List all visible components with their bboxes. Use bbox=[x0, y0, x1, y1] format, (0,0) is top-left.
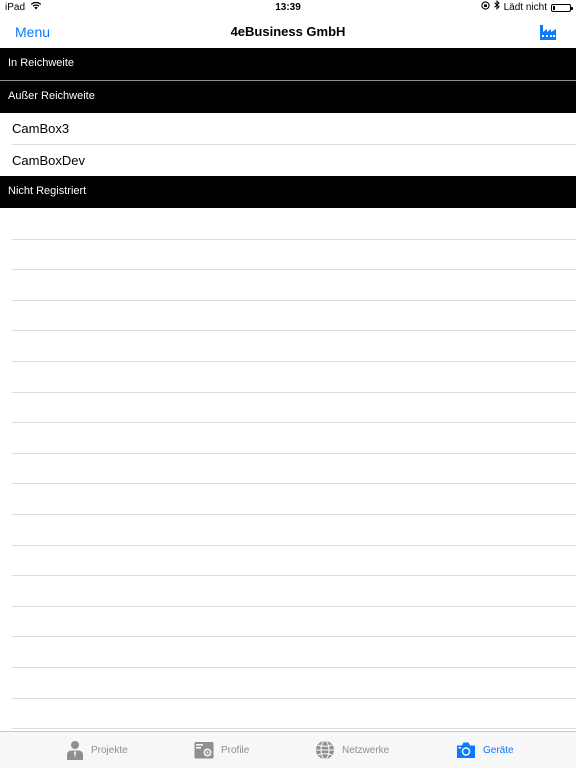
tab-label-profile: Profile bbox=[221, 744, 250, 756]
section-header-out-of-range: Außer Reichweite bbox=[0, 81, 576, 113]
charging-status: Lädt nicht bbox=[503, 2, 547, 13]
section-title-in-range: In Reichweite bbox=[8, 57, 75, 69]
empty-row-divider bbox=[12, 636, 576, 637]
tab-label-geraete: Geräte bbox=[483, 744, 514, 756]
navigation-bar: Menu 4eBusiness GmbH bbox=[0, 16, 576, 48]
tab-profile[interactable]: Profile bbox=[194, 732, 249, 768]
empty-row-divider bbox=[12, 330, 576, 331]
menu-button[interactable]: Menu bbox=[15, 16, 50, 48]
empty-row-divider bbox=[12, 514, 576, 515]
section-header-not-registered: Nicht Registriert bbox=[0, 176, 576, 208]
empty-row-divider bbox=[12, 269, 576, 270]
empty-row-divider bbox=[12, 667, 576, 668]
section-header-in-range: In Reichweite bbox=[0, 48, 576, 80]
bluetooth-icon bbox=[493, 0, 500, 16]
empty-row-divider bbox=[12, 453, 576, 454]
empty-row-divider bbox=[12, 239, 576, 240]
tab-label-projekte: Projekte bbox=[91, 744, 128, 756]
tab-label-netzwerke: Netzwerke bbox=[342, 744, 390, 756]
battery-level bbox=[553, 6, 555, 10]
person-icon bbox=[66, 740, 84, 760]
tab-projekte[interactable]: Projekte bbox=[66, 732, 128, 768]
empty-row-divider bbox=[12, 483, 576, 484]
profile-folder-icon bbox=[194, 741, 214, 759]
factory-icon[interactable] bbox=[539, 23, 557, 41]
tab-netzwerke[interactable]: Netzwerke bbox=[315, 732, 389, 768]
empty-row-divider bbox=[12, 606, 576, 607]
status-right: Lädt nicht bbox=[480, 0, 573, 16]
screen: iPad 13:39 Lädt nicht Menu 4eBusiness Gm… bbox=[0, 0, 576, 768]
section-title-not-registered: Nicht Registriert bbox=[8, 185, 87, 197]
empty-row-divider bbox=[12, 728, 576, 729]
page-title: 4eBusiness GmbH bbox=[230, 24, 346, 39]
tab-bar: Projekte Profile Netzwerke Geräte bbox=[0, 731, 576, 768]
empty-row-divider bbox=[12, 545, 576, 546]
empty-row-divider bbox=[12, 575, 576, 576]
orientation-lock-icon bbox=[480, 0, 490, 16]
empty-row-divider bbox=[12, 698, 576, 699]
globe-icon bbox=[315, 740, 335, 760]
empty-row-divider bbox=[12, 422, 576, 423]
battery-icon bbox=[551, 4, 573, 12]
empty-row-divider bbox=[12, 300, 576, 301]
camera-icon bbox=[456, 741, 476, 759]
empty-row-divider bbox=[12, 392, 576, 393]
device-row-camboxdev[interactable]: CamBoxDev bbox=[0, 145, 576, 176]
tab-geraete[interactable]: Geräte bbox=[456, 732, 514, 768]
status-bar: iPad 13:39 Lädt nicht bbox=[0, 0, 576, 16]
section-title-out-of-range: Außer Reichweite bbox=[8, 90, 95, 102]
device-row-cambox3[interactable]: CamBox3 bbox=[0, 113, 576, 144]
empty-row-divider bbox=[12, 361, 576, 362]
